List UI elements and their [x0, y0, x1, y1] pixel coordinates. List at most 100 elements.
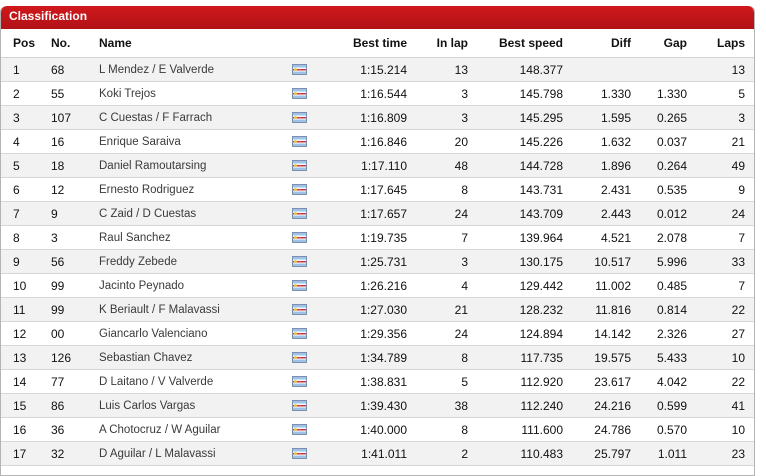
- cell-name: Koki Trejos: [99, 81, 292, 106]
- cell-no: 99: [51, 273, 99, 298]
- table-row[interactable]: 14 77 D Laitano / V Valverde 1:38.831 5 112.9…: [1, 369, 754, 394]
- cell-pos: 14: [1, 369, 51, 394]
- driver-info-icon[interactable]: [292, 159, 307, 171]
- driver-info-icon[interactable]: [292, 375, 307, 387]
- cell-best: 1:41.011: [324, 441, 407, 466]
- cell-speed: 124.894: [468, 321, 563, 346]
- table-row[interactable]: 6 12 Ernesto Rodriguez 1:17.645 8 143.731 2.43…: [1, 177, 754, 202]
- cell-no: 9: [51, 201, 99, 226]
- table-row[interactable]: 1 68 L Mendez / E Valverde 1:15.214 13 148.37…: [1, 57, 754, 82]
- cell-gap: 0.037: [631, 129, 687, 154]
- driver-info-icon[interactable]: [292, 231, 307, 243]
- table-row[interactable]: 12 00 Giancarlo Valenciano 1:29.356 24 124.89…: [1, 321, 754, 346]
- driver-info-icon[interactable]: [292, 447, 307, 459]
- col-best-speed: Best speed: [468, 29, 563, 58]
- cell-gap: 0.599: [631, 393, 687, 418]
- cell-speed: 145.226: [468, 129, 563, 154]
- driver-info-cell: [292, 129, 324, 154]
- cell-inlap: 21: [407, 297, 468, 322]
- driver-info-icon[interactable]: [292, 207, 307, 219]
- table-row[interactable]: 13 126 Sebastian Chavez 1:34.789 8 117.735 19.…: [1, 345, 754, 370]
- cell-no: 00: [51, 321, 99, 346]
- cell-pos: 3: [1, 105, 51, 130]
- driver-info-cell: [292, 153, 324, 178]
- table-row[interactable]: 3 107 C Cuestas / F Farrach 1:16.809 3 145.29…: [1, 105, 754, 130]
- cell-diff: 24.216: [563, 393, 631, 418]
- driver-info-cell: [292, 417, 324, 442]
- cell-best: 1:40.000: [324, 417, 407, 442]
- cell-inlap: 8: [407, 345, 468, 370]
- cell-gap: 2.326: [631, 321, 687, 346]
- driver-info-cell: [292, 81, 324, 106]
- cell-pos: 16: [1, 417, 51, 442]
- cell-laps: 21: [687, 129, 754, 154]
- cell-gap: 0.265: [631, 105, 687, 130]
- driver-info-icon[interactable]: [292, 255, 307, 267]
- cell-name: Enrique Saraiva: [99, 129, 292, 154]
- table-row[interactable]: 16 36 A Chotocruz / W Aguilar 1:40.000 8 111.…: [1, 417, 754, 442]
- cell-gap: 5.433: [631, 345, 687, 370]
- table-row[interactable]: 17 32 D Aguilar / L Malavassi 1:41.011 2 110.…: [1, 441, 754, 466]
- driver-info-icon[interactable]: [292, 279, 307, 291]
- driver-info-icon[interactable]: [292, 111, 307, 123]
- cell-no: 68: [51, 57, 99, 82]
- cell-speed: 129.442: [468, 273, 563, 298]
- cell-pos: 1: [1, 57, 51, 82]
- driver-info-icon[interactable]: [292, 135, 307, 147]
- cell-diff: 1.896: [563, 153, 631, 178]
- cell-name: Giancarlo Valenciano: [99, 321, 292, 346]
- table-row[interactable]: 9 56 Freddy Zebede 1:25.731 3 130.175 10.517 5.…: [1, 249, 754, 274]
- cell-laps: 7: [687, 273, 754, 298]
- table-row[interactable]: 4 16 Enrique Saraiva 1:16.846 20 145.226 1.632…: [1, 129, 754, 154]
- cell-speed: 128.232: [468, 297, 563, 322]
- cell-inlap: 3: [407, 105, 468, 130]
- driver-info-cell: [292, 57, 324, 82]
- cell-name: Luis Carlos Vargas: [99, 393, 292, 418]
- table-row[interactable]: 15 86 Luis Carlos Vargas 1:39.430 38 112.240 2…: [1, 393, 754, 418]
- cell-speed: 130.175: [468, 249, 563, 274]
- driver-info-icon[interactable]: [292, 303, 307, 315]
- cell-best: 1:16.846: [324, 129, 407, 154]
- driver-info-cell: [292, 249, 324, 274]
- table-row[interactable]: 10 99 Jacinto Peynado 1:26.216 4 129.442 11.00…: [1, 273, 754, 298]
- cell-no: 86: [51, 393, 99, 418]
- table-row[interactable]: 8 3 Raul Sanchez 1:19.735 7 139.964 4.521 2.078…: [1, 225, 754, 250]
- cell-no: 55: [51, 81, 99, 106]
- cell-best: 1:15.214: [324, 57, 407, 82]
- cell-diff: 25.797: [563, 441, 631, 466]
- cell-laps: 7: [687, 225, 754, 250]
- cell-diff: 11.002: [563, 273, 631, 298]
- driver-info-icon[interactable]: [292, 423, 307, 435]
- cell-diff: 1.595: [563, 105, 631, 130]
- driver-info-icon[interactable]: [292, 327, 307, 339]
- cell-speed: 112.920: [468, 369, 563, 394]
- cell-best: 1:17.645: [324, 177, 407, 202]
- cell-gap: 5.996: [631, 249, 687, 274]
- driver-info-cell: [292, 201, 324, 226]
- cell-diff: 23.617: [563, 369, 631, 394]
- classification-panel: Classification Pos No. Name Best time In…: [0, 6, 755, 476]
- cell-pos: 13: [1, 345, 51, 370]
- driver-info-icon[interactable]: [292, 183, 307, 195]
- cell-name: C Cuestas / F Farrach: [99, 105, 292, 130]
- cell-best: 1:16.809: [324, 105, 407, 130]
- cell-gap: 4.042: [631, 369, 687, 394]
- cell-speed: 117.735: [468, 345, 563, 370]
- table-row[interactable]: 2 55 Koki Trejos 1:16.544 3 145.798 1.330 1.330…: [1, 81, 754, 106]
- table-row[interactable]: 11 99 K Beriault / F Malavassi 1:27.030 21 12…: [1, 297, 754, 322]
- cell-name: K Beriault / F Malavassi: [99, 297, 292, 322]
- table-row[interactable]: 5 18 Daniel Ramoutarsing 1:17.110 48 144.728 1…: [1, 153, 754, 178]
- cell-gap: 0.485: [631, 273, 687, 298]
- driver-info-icon[interactable]: [292, 351, 307, 363]
- driver-info-icon[interactable]: [292, 399, 307, 411]
- driver-info-cell: [292, 225, 324, 250]
- driver-info-icon[interactable]: [292, 87, 307, 99]
- cell-diff: 1.632: [563, 129, 631, 154]
- driver-info-icon[interactable]: [292, 63, 307, 75]
- cell-diff: 24.786: [563, 417, 631, 442]
- cell-speed: 143.709: [468, 201, 563, 226]
- table-row[interactable]: 79C Zaid / D Cuestas 1:17.657 24 143.709 2.4…: [1, 201, 754, 226]
- cell-gap: 2.078: [631, 225, 687, 250]
- cell-name: Ernesto Rodriguez: [99, 177, 292, 202]
- col-no: No.: [51, 29, 99, 58]
